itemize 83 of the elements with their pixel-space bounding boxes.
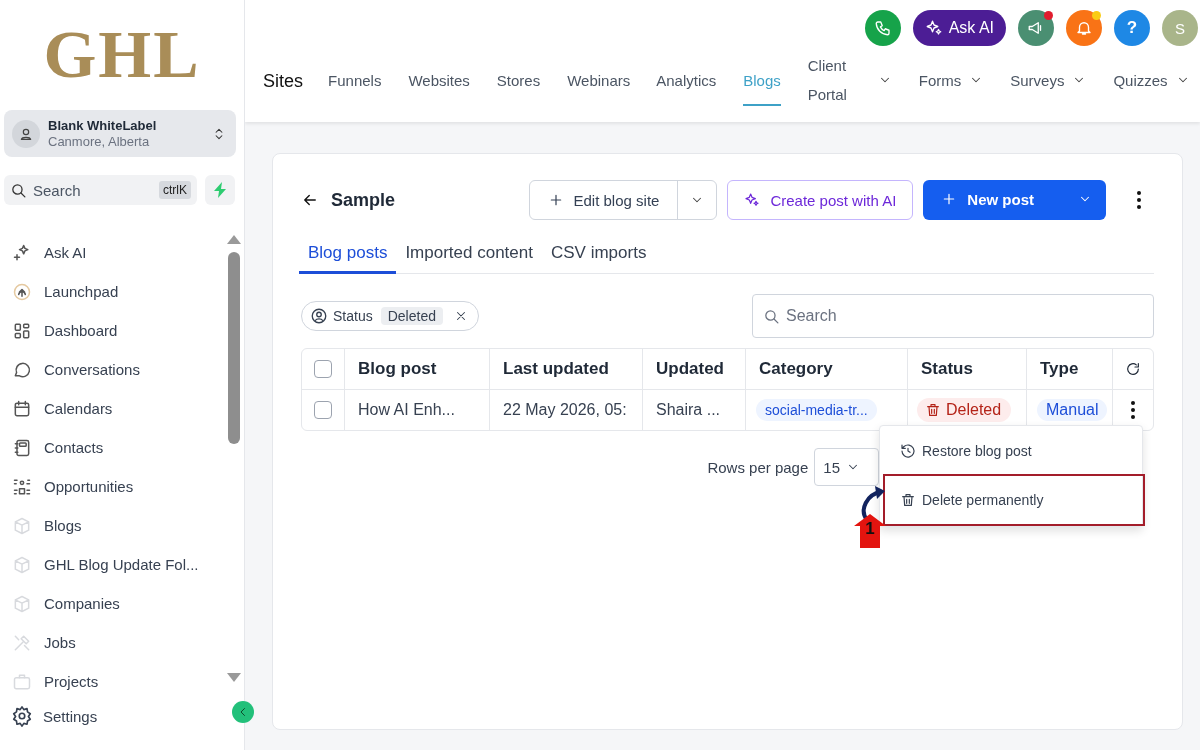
user-circle-icon <box>310 307 328 325</box>
phone-icon <box>873 19 892 37</box>
checkbox[interactable] <box>314 401 332 419</box>
checkbox[interactable] <box>314 360 332 378</box>
help-button[interactable]: ? <box>1114 10 1150 46</box>
restore-icon <box>900 443 916 459</box>
table-cell: Shaira ... <box>656 401 721 419</box>
column-header: Blog post <box>358 359 437 379</box>
column-header: Category <box>759 359 833 379</box>
sidebar-item[interactable]: Dashboard <box>0 311 226 350</box>
type-tag: Manual <box>1037 399 1108 421</box>
table-cell: 22 May 2026, 05: <box>503 401 627 419</box>
sidebar-item[interactable]: Jobs <box>0 623 226 662</box>
refresh-icon <box>1125 361 1141 377</box>
bell-icon <box>1075 19 1093 37</box>
content-tab[interactable]: Imported content <box>396 235 542 274</box>
quick-action-button[interactable] <box>205 175 235 205</box>
ask-ai-button[interactable]: Ask AI <box>912 10 1006 46</box>
logo: GHL <box>43 14 201 94</box>
nav-tab[interactable]: Stores <box>496 56 541 106</box>
nav-icon <box>12 242 32 263</box>
column-header: Status <box>921 359 973 379</box>
content-tab[interactable]: Blog posts <box>299 235 397 274</box>
collapse-button[interactable] <box>232 701 254 723</box>
search-field[interactable]: Search ctrlK <box>4 175 197 205</box>
scrollbar-thumb[interactable] <box>228 252 240 444</box>
nav-tab[interactable]: Webinars <box>567 56 630 106</box>
section-title: Sites <box>263 70 304 92</box>
account-switcher[interactable]: Blank WhiteLabel Canmore, Alberta <box>4 110 236 157</box>
rows-per-page-label: Rows per page <box>707 458 809 476</box>
column-header: Updated <box>656 359 724 379</box>
scroll-up-arrow[interactable] <box>227 235 241 244</box>
table-cell: How AI Enh... <box>358 401 455 419</box>
nav-icon <box>12 554 32 575</box>
nav-icon <box>12 593 32 614</box>
nav-icon <box>12 281 32 302</box>
sidebar-item[interactable]: Conversations <box>0 350 226 389</box>
settings-item[interactable]: Settings <box>0 702 106 730</box>
search-field[interactable]: Search <box>752 294 1154 338</box>
shortcut-key: ctrlK <box>159 181 191 199</box>
category-tag: social-media-tr... <box>756 399 877 421</box>
lightning-icon <box>213 182 227 198</box>
search-icon <box>763 307 780 325</box>
scroll-down-arrow[interactable] <box>227 673 241 682</box>
nav-tab[interactable]: Surveys <box>1010 56 1087 106</box>
phone-button[interactable] <box>864 10 901 46</box>
nav-tab[interactable]: Client Portal <box>807 56 892 106</box>
nav-tab[interactable]: Analytics <box>656 56 717 106</box>
sparkle-icon <box>744 192 761 208</box>
sidebar-item[interactable]: GHL Blog Update Fol... <box>0 545 226 584</box>
status-badge: Deleted <box>917 398 1012 422</box>
nav-tab[interactable]: Forms <box>918 56 984 106</box>
settings-icon <box>11 705 33 727</box>
trash-icon <box>925 402 941 418</box>
announcement-button[interactable] <box>1018 10 1054 46</box>
sidebar-item[interactable]: Projects <box>0 662 226 701</box>
sidebar-item[interactable]: Ask AI <box>0 233 226 272</box>
menu-item[interactable]: Restore blog post <box>880 438 1142 464</box>
column-header: Last updated <box>503 359 609 379</box>
trash-icon <box>900 492 916 508</box>
sidebar-item[interactable]: Blogs <box>0 506 226 545</box>
create-post-ai-button[interactable]: Create post with AI <box>727 180 914 220</box>
sidebar-item[interactable]: Contacts <box>0 428 226 467</box>
more-options-icon[interactable] <box>1136 190 1142 210</box>
nav-tab[interactable]: Websites <box>408 56 470 106</box>
sidebar-item[interactable]: Opportunities <box>0 467 226 506</box>
notification-button[interactable] <box>1066 10 1102 46</box>
blog-title: Sample <box>331 189 396 211</box>
column-header: Type <box>1040 359 1079 379</box>
nav-tab[interactable]: Funnels <box>328 56 382 106</box>
sidebar-item[interactable]: Calendars <box>0 389 226 428</box>
more-options-icon[interactable] <box>1130 400 1136 420</box>
menu-item[interactable]: Delete permanently <box>883 474 1145 526</box>
content-tab[interactable]: CSV imports <box>541 235 656 274</box>
search-icon <box>10 181 27 199</box>
nav-tab[interactable]: Quizzes <box>1113 56 1190 106</box>
nav-icon <box>12 515 32 536</box>
annotation-drawing: 1 <box>853 486 889 548</box>
sidebar-item[interactable]: Companies <box>0 584 226 623</box>
sidebar-item[interactable]: Launchpad <box>0 272 226 311</box>
nav-icon <box>12 398 32 419</box>
sparkle-icon <box>924 19 943 37</box>
nav-icon <box>12 437 32 458</box>
